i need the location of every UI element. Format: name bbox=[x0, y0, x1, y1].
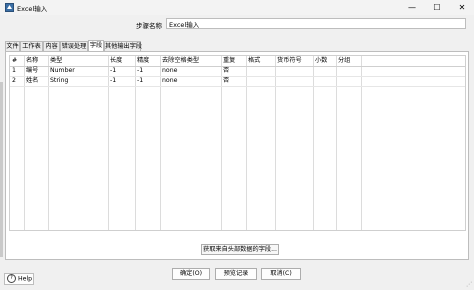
help-icon: ? bbox=[7, 274, 16, 283]
excel-input-dialog: Excel输入 — ☐ ✕ 步骤名称 文件 工作表 内容 错误处理 字段 其他输… bbox=[0, 0, 474, 290]
table-cell-repeat[interactable]: 否 bbox=[221, 66, 246, 76]
table-cell-name[interactable]: 编号 bbox=[24, 66, 48, 76]
column-header-format: 格式 bbox=[248, 57, 261, 64]
column-header-decimal: 小数 bbox=[315, 57, 328, 64]
table-cell-trim-type[interactable]: none bbox=[160, 76, 221, 86]
column-header-repeat: 重复 bbox=[223, 57, 236, 64]
minimize-button[interactable]: — bbox=[400, 0, 424, 15]
tab-error-handling[interactable]: 错误处理 bbox=[60, 41, 88, 51]
column-header-index: # bbox=[12, 57, 18, 64]
table-cell-trim-type[interactable]: none bbox=[160, 66, 221, 76]
column-header-currency: 货币符号 bbox=[277, 57, 302, 64]
table-cell-format[interactable] bbox=[246, 66, 275, 76]
fields-panel: # 名称 类型 长度 精度 去除空格类型 重复 格式 货币符号 小数 分组 1 … bbox=[5, 51, 469, 260]
table-cell-currency[interactable] bbox=[275, 76, 313, 86]
table-cell-length[interactable]: -1 bbox=[108, 66, 135, 76]
tab-additional-output-fields[interactable]: 其他输出字段 bbox=[104, 41, 142, 51]
tab-fields[interactable]: 字段 bbox=[88, 40, 104, 51]
table-cell-precision[interactable]: -1 bbox=[135, 66, 160, 76]
column-header-precision: 精度 bbox=[137, 57, 150, 64]
help-button[interactable]: ? Help bbox=[4, 273, 34, 285]
get-fields-from-header-button[interactable]: 获取来自头部数据的字段... bbox=[201, 244, 279, 255]
table-row-index[interactable]: 1 bbox=[10, 66, 24, 76]
maximize-button[interactable]: ☐ bbox=[425, 0, 449, 15]
table-cell-length[interactable]: -1 bbox=[108, 76, 135, 86]
step-name-label: 步骤名称 bbox=[136, 22, 162, 30]
column-header-type: 类型 bbox=[50, 57, 63, 64]
table-cell-type[interactable]: Number bbox=[48, 66, 108, 76]
step-name-input[interactable] bbox=[166, 18, 466, 29]
table-cell-grouping[interactable] bbox=[336, 76, 361, 86]
fields-table: # 名称 类型 长度 精度 去除空格类型 重复 格式 货币符号 小数 分组 1 … bbox=[9, 55, 466, 231]
tab-content[interactable]: 内容 bbox=[43, 41, 60, 51]
table-cell-name[interactable]: 姓名 bbox=[24, 76, 48, 86]
table-cell-precision[interactable]: -1 bbox=[135, 76, 160, 86]
spoon-app-icon bbox=[5, 3, 14, 12]
table-cell-decimal[interactable] bbox=[313, 66, 336, 76]
table-cell-decimal[interactable] bbox=[313, 76, 336, 86]
table-cell-type[interactable]: String bbox=[48, 76, 108, 86]
column-header-trim-type: 去除空格类型 bbox=[162, 57, 200, 64]
tab-file[interactable]: 文件 bbox=[5, 41, 20, 51]
table-cell-currency[interactable] bbox=[275, 66, 313, 76]
cancel-button[interactable]: 取消(C) bbox=[261, 268, 301, 280]
ok-button[interactable]: 确定(O) bbox=[172, 268, 210, 280]
column-header-grouping: 分组 bbox=[338, 57, 351, 64]
title-bar: Excel输入 — ☐ ✕ bbox=[0, 0, 474, 15]
table-row-index[interactable]: 2 bbox=[10, 76, 24, 86]
table-cell-repeat[interactable]: 否 bbox=[221, 76, 246, 86]
table-cell-grouping[interactable] bbox=[336, 66, 361, 76]
column-header-length: 长度 bbox=[110, 57, 123, 64]
tab-sheets[interactable]: 工作表 bbox=[20, 41, 43, 51]
help-label: Help bbox=[18, 275, 33, 283]
close-button[interactable]: ✕ bbox=[450, 0, 474, 15]
resize-grip-icon[interactable]: ⋰ bbox=[466, 281, 472, 288]
column-header-name: 名称 bbox=[26, 57, 39, 64]
preview-button[interactable]: 预览记录 bbox=[215, 268, 257, 280]
left-edge-strip bbox=[0, 82, 3, 257]
column-divider bbox=[361, 56, 362, 230]
table-cell-format[interactable] bbox=[246, 76, 275, 86]
window-title: Excel输入 bbox=[17, 5, 48, 13]
row-divider bbox=[10, 86, 465, 87]
